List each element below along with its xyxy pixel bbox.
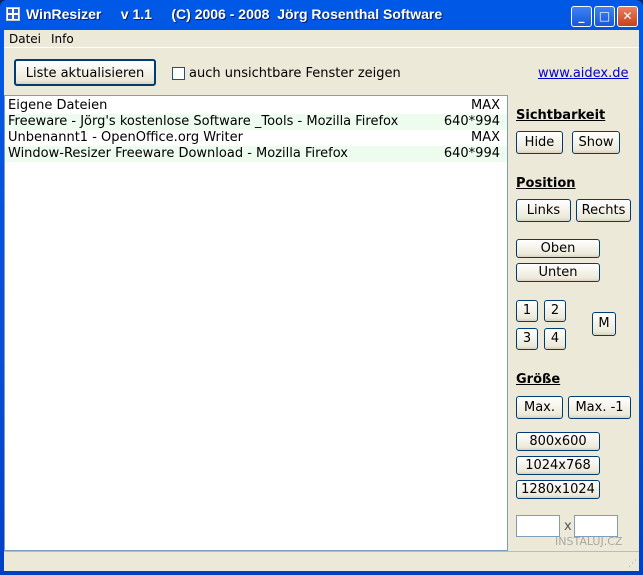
item-size: MAX [470,98,500,113]
list-item[interactable]: Unbenannt1 - OpenOffice.org Writer MAX [5,130,507,146]
visibility-heading: Sichtbarkeit [516,108,606,123]
item-name: Freeware - Jörg's kostenlose Software _T… [8,114,399,129]
size-1280x1024-button[interactable]: 1280x1024 [516,480,600,499]
top-button[interactable]: Oben [516,239,600,258]
quadrant-2-button[interactable]: 2 [544,300,566,322]
minimize-button[interactable]: _ [571,6,592,27]
size-heading: Größe [516,372,561,387]
app-icon [6,7,20,21]
checkbox-label: auch unsichtbare Fenster zeigen [189,66,401,81]
quadrant-3-button[interactable]: 3 [516,328,538,350]
website-link[interactable]: www.aidex.de [538,66,629,81]
title-bar: WinResizer v 1.1 (C) 2006 - 2008 Jörg Ro… [6,6,442,22]
item-size: 640*994 [443,146,500,161]
bottom-button[interactable]: Unten [516,263,600,282]
size-800x600-button[interactable]: 800x600 [516,432,600,451]
hide-button[interactable]: Hide [516,131,563,154]
height-input[interactable] [574,515,618,537]
width-input[interactable] [516,515,560,537]
quadrant-1-button[interactable]: 1 [516,300,538,322]
center-button[interactable]: M [592,312,616,336]
checkbox-box[interactable] [172,67,185,80]
left-button[interactable]: Links [516,199,571,222]
window: WinResizer v 1.1 (C) 2006 - 2008 Jörg Ro… [0,0,643,575]
quadrant-4-button[interactable]: 4 [544,328,566,350]
status-bar: ⋰ [4,551,639,571]
list-item[interactable]: Eigene Dateien MAX [5,98,507,114]
list-item[interactable]: Freeware - Jörg's kostenlose Software _T… [5,114,507,130]
menu-info[interactable]: Info [51,30,74,47]
menu-datei[interactable]: Datei [9,30,41,47]
item-name: Window-Resizer Freeware Download - Mozil… [8,146,348,161]
refresh-list-button[interactable]: Liste aktualisieren [14,59,156,86]
resize-grip-icon[interactable]: ⋰ [628,559,637,569]
client-area: Datei Info Liste aktualisieren auch unsi… [4,30,639,571]
show-button[interactable]: Show [572,131,620,154]
item-size: MAX [470,130,500,145]
size-1024x768-button[interactable]: 1024x768 [516,456,600,475]
x-separator: x [564,519,572,534]
max-minus-1-button[interactable]: Max. -1 [568,396,631,419]
maximize-button[interactable]: □ [594,6,615,27]
show-hidden-checkbox[interactable]: auch unsichtbare Fenster zeigen [172,66,401,81]
window-title: WinResizer v 1.1 (C) 2006 - 2008 Jörg Ro… [26,6,443,22]
list-item[interactable]: Window-Resizer Freeware Download - Mozil… [5,146,507,162]
window-list[interactable]: Eigene Dateien MAX Freeware - Jörg's kost… [4,95,508,551]
close-button[interactable]: ✕ [617,6,638,27]
item-name: Unbenannt1 - OpenOffice.org Writer [8,130,243,145]
menu-bar: Datei Info [4,30,639,48]
item-name: Eigene Dateien [8,98,108,113]
right-button[interactable]: Rechts [576,199,631,222]
control-panel: Sichtbarkeit Hide Show Position Links Re… [510,95,639,551]
item-size: 640*994 [443,114,500,129]
position-heading: Position [516,176,576,191]
max-button[interactable]: Max. [516,396,563,419]
watermark-logo: INSTALUJ.CZ [555,535,623,548]
